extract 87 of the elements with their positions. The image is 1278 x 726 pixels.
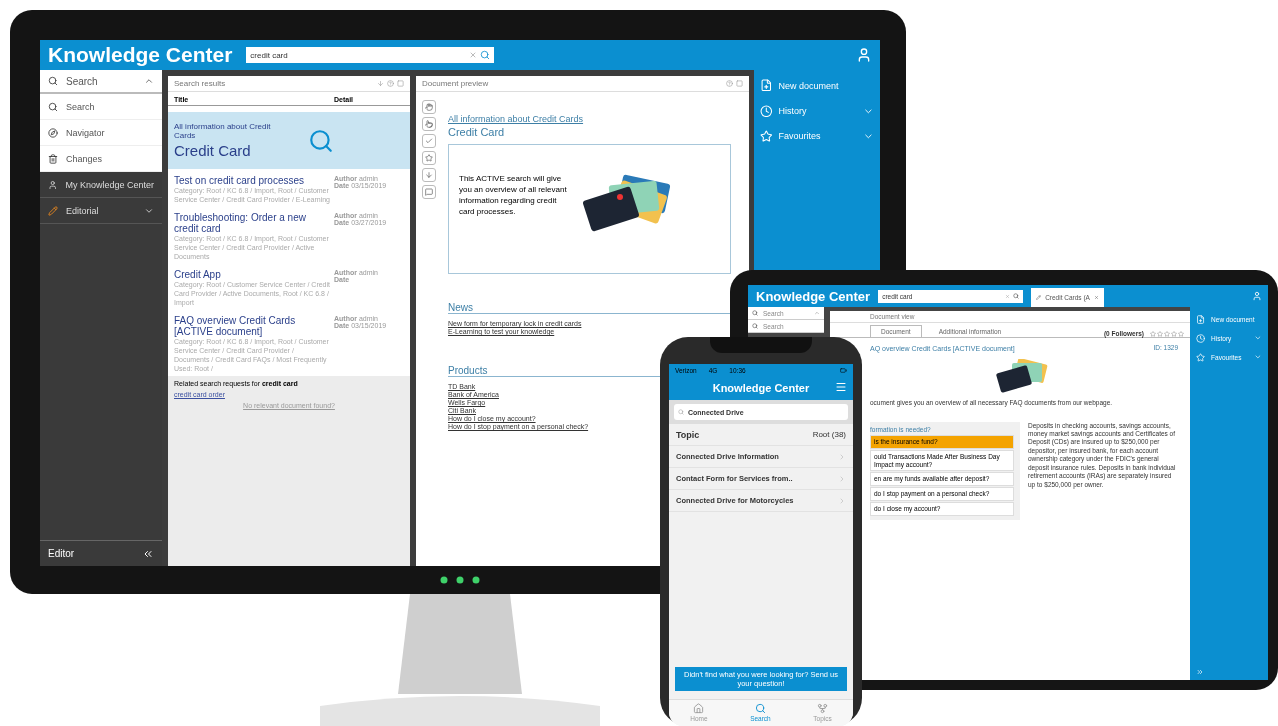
new-document-icon xyxy=(1196,314,1206,324)
maximize-icon[interactable] xyxy=(397,80,404,87)
search-icon xyxy=(678,409,684,415)
app-title: Knowledge Center xyxy=(48,43,233,67)
hand-icon xyxy=(425,103,433,111)
pencil-icon xyxy=(1036,295,1042,300)
sidebar-item[interactable]: Navigator xyxy=(40,120,162,146)
arrow-down-icon[interactable] xyxy=(377,80,384,87)
clear-icon[interactable] xyxy=(469,51,478,59)
toolbar-button[interactable] xyxy=(422,100,436,114)
section-title: News xyxy=(448,302,731,314)
editor-label: Editor xyxy=(48,548,75,559)
action-item[interactable]: New document xyxy=(760,74,874,98)
close-icon[interactable] xyxy=(1093,295,1099,300)
search-icon xyxy=(48,101,58,112)
filter-value: Root (38) xyxy=(812,430,846,439)
chevron-up-icon[interactable] xyxy=(144,76,154,86)
chevron-right-icon xyxy=(838,474,846,483)
chevron-right-icon xyxy=(838,452,846,461)
toolbar-button[interactable] xyxy=(422,185,436,199)
pointer-icon xyxy=(425,120,433,128)
star-icon xyxy=(760,130,773,143)
app-title: Knowledge Center xyxy=(712,382,810,394)
clear-icon[interactable] xyxy=(1005,293,1011,299)
menu-button[interactable] xyxy=(835,381,847,393)
trash-icon xyxy=(48,153,58,164)
sidebar-item[interactable]: Changes xyxy=(40,146,162,172)
panel-title: Search results xyxy=(174,79,226,88)
star-icon[interactable] xyxy=(1178,331,1184,337)
clock-icon xyxy=(760,104,773,118)
maximize-icon[interactable] xyxy=(736,80,743,87)
speech-bubble-icon xyxy=(425,188,433,196)
result-title: Credit Card xyxy=(174,142,252,159)
action-item[interactable]: History xyxy=(760,99,874,123)
result-title: FAQ overview Credit Cards [ACTIVE document] xyxy=(174,315,297,337)
star-icon[interactable] xyxy=(1157,331,1163,337)
chevron-right-icon xyxy=(838,496,846,505)
card-text: This ACTIVE search will give you an overview of all relevant information regarding credit card processes. xyxy=(459,173,568,217)
document-link[interactable]: All information about Credit Cards xyxy=(448,114,731,124)
featured-result[interactable]: All information about Credit Cards Credit Card xyxy=(168,112,410,169)
power-lights-icon xyxy=(440,576,480,584)
help-icon[interactable] xyxy=(726,80,733,87)
document-heading: Credit Card xyxy=(448,126,506,138)
expand-icon[interactable] xyxy=(1196,668,1204,676)
compass-icon xyxy=(48,127,58,138)
star-icon[interactable] xyxy=(1150,331,1156,337)
toolbar-button[interactable] xyxy=(422,117,436,131)
chevron-up-icon[interactable] xyxy=(814,310,820,316)
search-field[interactable]: credit card xyxy=(246,47,495,63)
clock-icon xyxy=(1196,333,1206,343)
search-icon[interactable] xyxy=(480,50,491,60)
user-icon[interactable] xyxy=(856,47,872,63)
sidebar-section-header[interactable]: Search xyxy=(40,70,162,94)
toolbar-button[interactable] xyxy=(422,168,436,182)
search-icon xyxy=(308,127,334,154)
star-icon[interactable] xyxy=(1171,331,1177,337)
person-icon xyxy=(48,179,58,190)
user-icon[interactable] xyxy=(1252,291,1262,301)
star-icon xyxy=(1196,352,1206,362)
panel-title: Document preview xyxy=(422,79,489,88)
search-icon xyxy=(48,76,58,86)
search-icon xyxy=(752,323,758,329)
new-document-icon xyxy=(760,79,773,92)
battery-icon xyxy=(840,366,847,374)
result-title: Troubleshooting: Order a new credit card xyxy=(174,212,307,234)
app-title: Knowledge Center xyxy=(756,288,871,304)
branch-icon xyxy=(817,702,828,714)
sidebar-item[interactable]: Search xyxy=(40,94,162,120)
result-subtitle: All information about Credit Cards xyxy=(174,122,272,140)
search-icon[interactable] xyxy=(1013,293,1020,299)
pencil-icon xyxy=(48,205,58,216)
toolbar-button[interactable] xyxy=(422,151,436,165)
toolbar-button[interactable] xyxy=(422,134,436,148)
help-icon[interactable] xyxy=(387,80,394,87)
home-icon xyxy=(693,702,705,714)
arrow-down-icon xyxy=(425,171,433,179)
action-item[interactable]: Favourites xyxy=(760,124,874,149)
result-title: Credit App xyxy=(174,269,222,280)
filter-label: Topic xyxy=(676,429,700,440)
search-icon xyxy=(752,310,758,316)
check-icon xyxy=(425,137,433,145)
result-title: Test on credit card processes xyxy=(174,175,306,186)
star-icon[interactable] xyxy=(1164,331,1170,337)
star-icon xyxy=(425,154,433,162)
topic-filter[interactable]: Topic Root (38) xyxy=(669,424,853,446)
star-rating[interactable] xyxy=(1150,331,1184,337)
search-icon xyxy=(754,702,766,714)
